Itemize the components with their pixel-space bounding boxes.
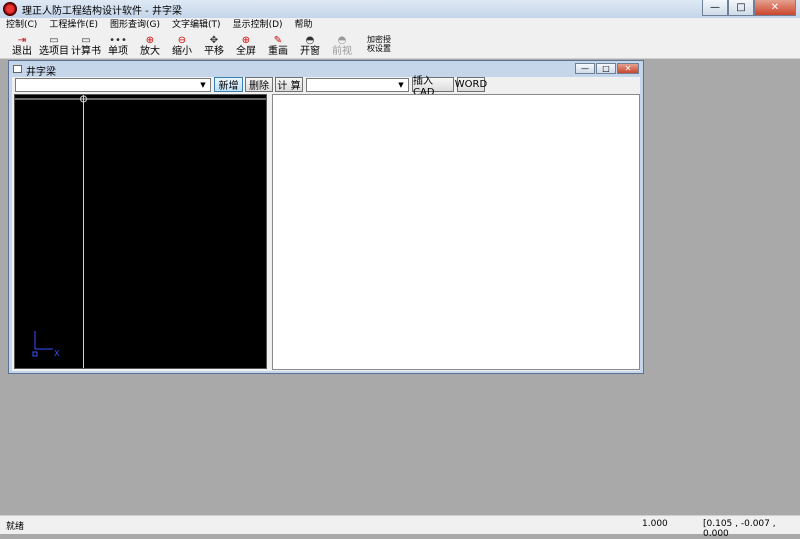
calculate-button[interactable]: 计 算 (275, 77, 303, 92)
zoom-out-icon: ⊖ (177, 35, 187, 46)
chevron-down-icon[interactable]: ▼ (197, 80, 209, 90)
open-window-button[interactable]: ◓ 开窗 (294, 32, 326, 58)
redraw-icon: ✎ (273, 35, 283, 46)
exit-label: 退出 (12, 46, 32, 57)
exit-button[interactable]: ⇥ 退出 (6, 32, 38, 58)
toolbar: ⇥ 退出 ▭ 选项目 ▭ 计算书 ••• 单项 ⊕ 放大 ⊖ 缩小 ✥ 平移 ⊕… (0, 32, 800, 59)
calc-book-icon: ▭ (81, 35, 91, 46)
child-minimize-button[interactable]: — (575, 63, 595, 74)
pan-icon: ✥ (209, 35, 219, 46)
front-view-icon: ◓ (337, 35, 347, 46)
insert-cad-button[interactable]: 插入CAD (412, 76, 454, 98)
zoom-out-label: 缩小 (172, 46, 192, 57)
single-item-label: 单项 (108, 46, 128, 57)
front-view-label: 前视 (332, 46, 352, 57)
new-button[interactable]: 新增 (214, 77, 243, 92)
calc-book-button[interactable]: ▭ 计算书 (70, 32, 102, 58)
menu-display[interactable]: 显示控制(D) (227, 18, 289, 32)
child-close-button[interactable]: ✕ (617, 63, 639, 74)
axis-x-label: X (54, 349, 60, 358)
word-button[interactable]: WORD (455, 77, 487, 92)
menu-project[interactable]: 工程操作(E) (43, 18, 104, 32)
open-window-label: 开窗 (300, 46, 320, 57)
calc-book-label: 计算书 (71, 46, 101, 57)
zoom-in-button[interactable]: ⊕ 放大 (134, 32, 166, 58)
child-window-icon (13, 65, 22, 73)
item-icon: ••• (109, 35, 127, 46)
child-window: 井字梁 — □ ✕ ▼ 新增 删除 计 算 ▼ 插入CAD WORD X (8, 60, 644, 374)
fullscreen-label: 全屏 (236, 46, 256, 57)
close-button[interactable]: ✕ (754, 0, 796, 16)
delete-button[interactable]: 删除 (245, 77, 273, 92)
select-project-label: 选项目 (39, 46, 69, 57)
window-title: 理正人防工程结构设计软件 - 井字梁 (22, 5, 182, 17)
child-title-bar: 井字梁 — □ ✕ (9, 61, 643, 78)
menu-text-edit[interactable]: 文字编辑(T) (166, 18, 227, 32)
calculation-output-panel[interactable] (272, 94, 640, 370)
menu-control[interactable]: 控制(C) (0, 18, 43, 32)
redraw-label: 重画 (268, 46, 288, 57)
child-window-controls: — □ ✕ (574, 63, 639, 74)
fullscreen-button[interactable]: ⊕ 全屏 (230, 32, 262, 58)
encrypt-license-label-2: 权设置 (367, 44, 391, 53)
zoom-out-button[interactable]: ⊖ 缩小 (166, 32, 198, 58)
minimize-icon: — (581, 64, 589, 73)
close-icon: ✕ (624, 64, 632, 73)
minimize-button[interactable]: — (702, 0, 728, 16)
redraw-button[interactable]: ✎ 重画 (262, 32, 294, 58)
title-bar: 理正人防工程结构设计软件 - 井字梁 — □ ✕ (0, 0, 800, 18)
zoom-in-icon: ⊕ (145, 35, 155, 46)
zoom-in-label: 放大 (140, 46, 160, 57)
menu-bar: 控制(C) 工程操作(E) 图形查询(G) 文字编辑(T) 显示控制(D) 帮助 (0, 18, 800, 32)
result-select[interactable]: ▼ (306, 78, 409, 92)
app-icon (3, 2, 17, 16)
status-coordinates: [0.105 , -0.007 , 0.000 (703, 519, 776, 539)
pan-label: 平移 (204, 46, 224, 57)
exit-icon: ⇥ (17, 35, 27, 46)
child-client-area: ▼ 新增 删除 计 算 ▼ 插入CAD WORD X (12, 76, 640, 371)
drawing-canvas[interactable]: X (14, 94, 267, 369)
close-icon: ✕ (770, 2, 780, 13)
status-bar: 就绪 1.000 [0.105 , -0.007 , 0.000 (0, 515, 800, 539)
encrypt-license-label-1: 加密授 (367, 35, 391, 44)
fullscreen-icon: ⊕ (241, 35, 251, 46)
front-view-button[interactable]: ◓ 前视 (326, 32, 358, 58)
select-project-button[interactable]: ▭ 选项目 (38, 32, 70, 58)
chevron-down-icon[interactable]: ▼ (395, 80, 407, 90)
child-maximize-button[interactable]: □ (596, 63, 616, 74)
menu-help[interactable]: 帮助 (289, 18, 319, 32)
child-window-title: 井字梁 (26, 67, 56, 78)
menu-graphics[interactable]: 图形查询(G) (104, 18, 166, 32)
maximize-button[interactable]: □ (728, 0, 754, 16)
window-icon: ◓ (305, 35, 315, 46)
folder-icon: ▭ (49, 35, 59, 46)
minimize-icon: — (710, 2, 720, 13)
axis-origin-marker (32, 351, 38, 357)
window-controls: — □ ✕ (702, 0, 796, 16)
single-item-button[interactable]: ••• 单项 (102, 32, 134, 58)
status-text: 就绪 (6, 522, 25, 532)
maximize-icon: □ (602, 64, 610, 73)
encrypt-license-button[interactable]: 加密授 权设置 (358, 32, 400, 58)
status-scale: 1.000 (642, 519, 668, 529)
maximize-icon: □ (736, 2, 746, 13)
canvas-drawing: X (15, 95, 266, 368)
component-select[interactable]: ▼ (15, 78, 211, 92)
pan-button[interactable]: ✥ 平移 (198, 32, 230, 58)
